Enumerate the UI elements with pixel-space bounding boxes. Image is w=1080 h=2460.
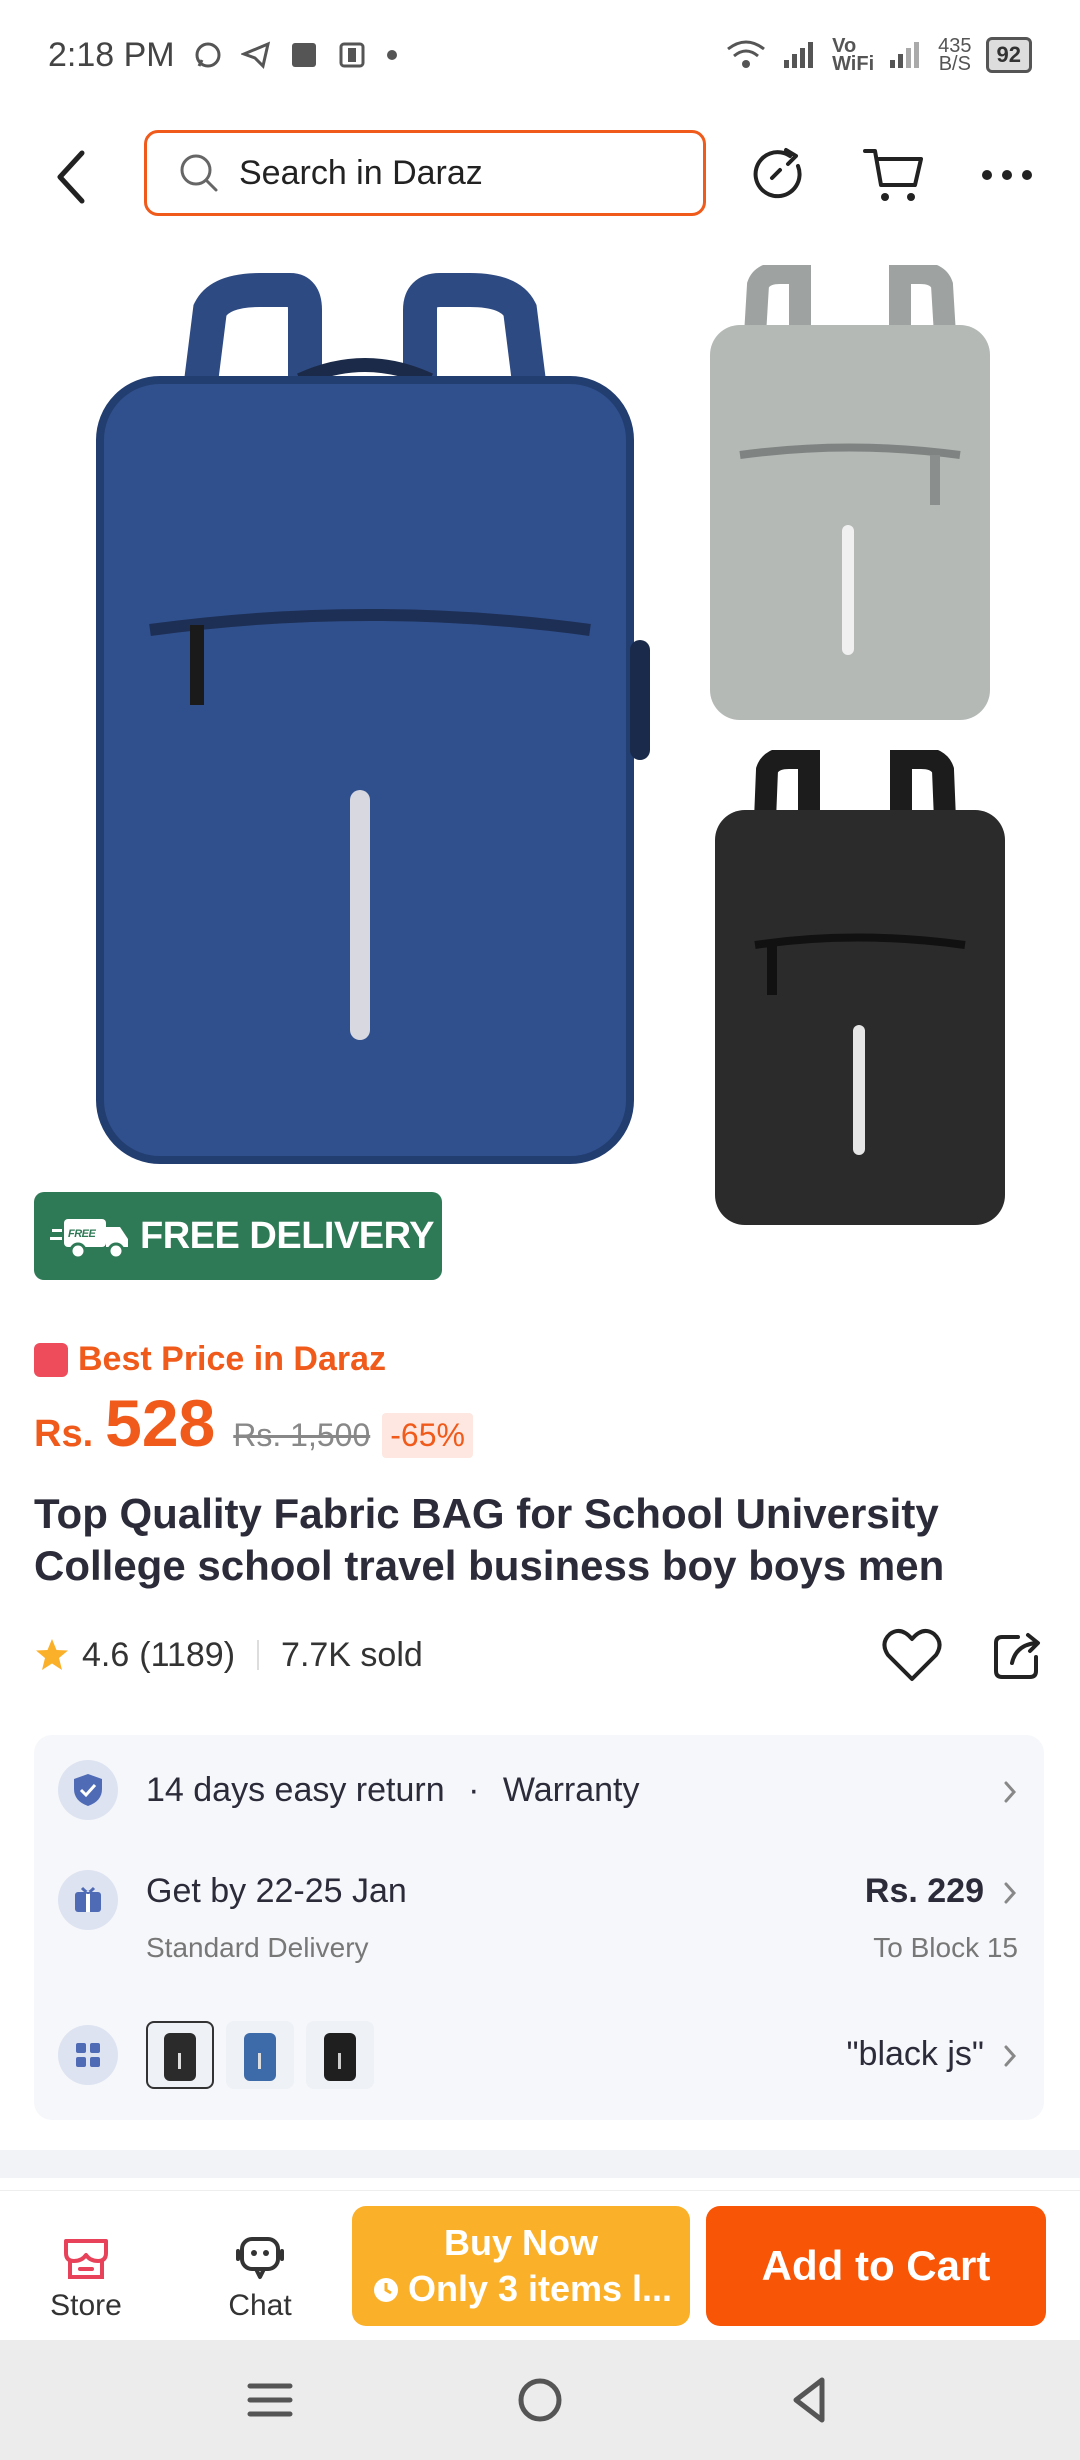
buy-now-label: Buy Now xyxy=(443,2222,598,2263)
rating-count[interactable]: (1189) xyxy=(139,1636,235,1675)
star-icon xyxy=(36,1639,68,1670)
package-icon xyxy=(58,1870,118,1930)
variant-thumb-black-2[interactable] xyxy=(306,2021,374,2089)
wifi-icon xyxy=(727,40,766,68)
shield-check-icon xyxy=(58,1760,118,1820)
variants-grid-icon xyxy=(58,2025,118,2085)
product-title: Top Quality Fabric BAG for School Univer… xyxy=(34,1490,945,1589)
store-icon xyxy=(64,2239,108,2279)
price-current: 528 xyxy=(105,1386,216,1460)
system-navigation-bar xyxy=(0,2340,1080,2460)
buy-now-stock-note: Only 3 items l... xyxy=(407,2268,673,2309)
top-nav: Search in Daraz xyxy=(0,125,1080,225)
product-image-gallery[interactable] xyxy=(0,250,1080,1230)
add-to-cart-button[interactable]: Add to Cart xyxy=(706,2206,1046,2326)
more-options-button[interactable] xyxy=(972,140,1042,210)
recent-apps-icon[interactable] xyxy=(240,2370,300,2430)
price-original: Rs. 1,500 xyxy=(233,1417,371,1453)
free-delivery-badge: FREE FREE DELIVERY xyxy=(34,1192,442,1280)
delivery-row[interactable]: Get by 22-25 Jan Standard Delivery Rs. 2… xyxy=(34,1850,1044,1990)
variant-row[interactable]: "black js" xyxy=(34,2005,1044,2105)
status-bar: 2:18 PM Vo WiFi 435 B/S 92 xyxy=(0,0,1080,110)
buy-now-button[interactable]: Buy Now Only 3 items l... xyxy=(352,2206,690,2326)
back-button[interactable] xyxy=(40,145,104,209)
product-info-card: 14 days easy return · Warranty Get by 22… xyxy=(34,1735,1044,2120)
dot-separator: · xyxy=(468,1771,480,1809)
black-backpack-image xyxy=(715,750,1005,1225)
app-icon xyxy=(339,42,365,68)
delivery-type: Standard Delivery xyxy=(146,1932,369,1963)
sold-count: 7.7K sold xyxy=(281,1635,423,1674)
delivery-fee: Rs. 229 xyxy=(864,1872,984,1910)
square-app-icon xyxy=(291,43,316,67)
net-speed-unit: B/S xyxy=(938,53,971,75)
telegram-icon xyxy=(240,41,270,69)
delivery-truck-icon: FREE xyxy=(50,1219,128,1260)
rating-row: 4.6 (1189) 7.7K sold xyxy=(34,1625,1044,1685)
return-warranty-row[interactable]: 14 days easy return · Warranty xyxy=(34,1735,1044,1845)
alarm-clock-icon xyxy=(373,2278,398,2302)
price-row: Rs. 528 Rs. 1,500 -65% xyxy=(34,1385,473,1461)
best-price-label: Best Price in Daraz xyxy=(78,1340,387,1378)
chevron-right-icon xyxy=(1004,2045,1017,2067)
search-input[interactable]: Search in Daraz xyxy=(144,130,706,216)
badge-free-mini-text: FREE xyxy=(68,1228,97,1240)
best-price-icon xyxy=(34,1342,68,1377)
divider xyxy=(257,1640,260,1670)
return-policy-text: 14 days easy return xyxy=(146,1771,445,1809)
variant-selected-label: "black js" xyxy=(846,2035,984,2073)
battery-indicator: 92 xyxy=(985,37,1032,73)
add-to-cart-label: Add to Cart xyxy=(761,2242,991,2289)
price-currency: Rs. xyxy=(34,1413,94,1455)
home-icon[interactable] xyxy=(510,2370,570,2430)
cart-button[interactable] xyxy=(858,140,928,210)
section-divider xyxy=(0,2150,1080,2178)
bottom-action-bar: Store Chat Buy Now Only 3 items l... Add… xyxy=(0,2190,1080,2340)
free-delivery-text: FREE DELIVERY xyxy=(140,1214,435,1257)
warranty-text: Warranty xyxy=(502,1771,640,1809)
back-arrow-icon xyxy=(57,150,85,204)
store-label: Store xyxy=(50,2289,122,2322)
grey-backpack-image xyxy=(710,265,990,720)
search-placeholder: Search in Daraz xyxy=(239,153,483,192)
whatsapp-icon xyxy=(195,42,221,68)
blue-backpack-image xyxy=(96,273,650,1164)
system-back-icon[interactable] xyxy=(780,2370,840,2430)
notification-dot-icon xyxy=(386,50,397,60)
more-dots-icon xyxy=(982,170,1032,180)
delivery-location: To Block 15 xyxy=(873,1932,1018,1963)
chat-label: Chat xyxy=(228,2289,292,2322)
variant-thumb-black-selected[interactable] xyxy=(146,2021,214,2089)
discount-badge: -65% xyxy=(382,1413,473,1458)
share-icon[interactable] xyxy=(992,1629,1044,1681)
signal-2-icon xyxy=(890,42,920,68)
rating-value[interactable]: 4.6 xyxy=(82,1636,129,1675)
chat-button[interactable]: Chat xyxy=(200,2231,320,2323)
wishlist-heart-icon[interactable] xyxy=(882,1627,942,1683)
refresh-history-icon xyxy=(753,148,802,199)
status-time: 2:18 PM xyxy=(48,35,175,74)
search-icon xyxy=(180,154,218,192)
history-button[interactable] xyxy=(744,140,814,210)
best-price-tag: Best Price in Daraz xyxy=(34,1340,386,1379)
chat-bot-icon xyxy=(236,2237,284,2279)
chevron-right-icon xyxy=(1004,1882,1017,1904)
store-button[interactable]: Store xyxy=(26,2231,146,2323)
chevron-right-icon xyxy=(1004,1781,1017,1803)
cart-icon xyxy=(863,149,923,201)
signal-icon xyxy=(784,42,814,68)
delivery-estimate: Get by 22-25 Jan xyxy=(146,1872,407,1910)
variant-thumb-blue[interactable] xyxy=(226,2021,294,2089)
wifi-calling-label: WiFi xyxy=(832,53,875,75)
